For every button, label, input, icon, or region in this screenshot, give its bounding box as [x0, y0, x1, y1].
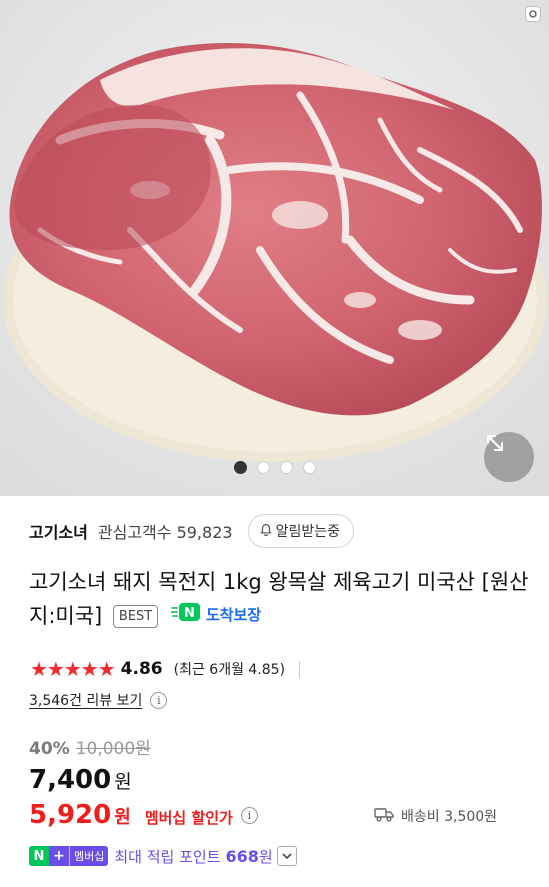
points-unit: 원: [258, 847, 273, 866]
shipping-fee: 배송비 3,500원: [374, 806, 497, 826]
info-icon[interactable]: i: [240, 806, 258, 824]
arrival-guarantee-badge[interactable]: N 도착보장: [170, 599, 262, 632]
store-row: 고기소녀 관심고객수 59,823 알림받는중: [29, 514, 354, 548]
discount-rate: 40%: [29, 739, 70, 759]
truck-icon: [374, 806, 394, 826]
lens-icon[interactable]: [525, 6, 541, 22]
plus-icon: +: [49, 846, 69, 866]
naver-n-icon: N: [29, 846, 49, 866]
points-expand-button[interactable]: [276, 846, 297, 866]
expand-button[interactable]: [484, 432, 534, 482]
discount-row: 40% 10,000원: [29, 734, 151, 759]
naver-plus-membership-badge: N + 멤버십: [29, 846, 109, 866]
info-icon[interactable]: i: [150, 691, 168, 709]
member-price-unit: 원: [114, 807, 131, 828]
recent-rating: (최근 6개월 4.85): [173, 662, 286, 678]
shipping-text: 배송비 3,500원: [401, 809, 498, 825]
points-value: 668: [225, 846, 259, 866]
member-price: 5,920: [29, 800, 112, 830]
review-link[interactable]: 3,546건 리뷰 보기: [29, 690, 142, 710]
naver-arrival-icon: N: [170, 599, 201, 632]
store-name[interactable]: 고기소녀: [29, 519, 88, 543]
notify-label: 알림받는중: [275, 524, 340, 540]
pagination-dot[interactable]: [280, 461, 293, 474]
product-title-block: 고기소녀 돼지 목전지 1kg 왕목살 제육고기 미국산 [원산지:미국] BE…: [29, 566, 529, 633]
sale-price: 7,400: [29, 765, 112, 795]
review-row: 3,546건 리뷰 보기 i: [29, 689, 168, 711]
pagination-dot[interactable]: [303, 461, 316, 474]
divider: [299, 660, 301, 678]
pagination-dot[interactable]: [257, 461, 270, 474]
fans-count: 관심고객수 59,823: [97, 523, 233, 542]
member-price-label: 멤버십 할인가: [144, 809, 233, 827]
product-photo: [0, 0, 549, 496]
image-pagination: [234, 461, 316, 474]
member-price-row: 5,920 원 멤버십 할인가 i: [29, 800, 258, 830]
original-price: 10,000원: [75, 739, 151, 759]
price-row: 7,400 원: [29, 765, 132, 795]
best-badge: BEST: [112, 605, 159, 628]
arrival-badge-label: 도착보장: [205, 606, 262, 624]
chevron-down-icon: [281, 847, 293, 866]
pagination-dot[interactable]: [234, 461, 247, 474]
svg-text:N: N: [184, 606, 195, 621]
star-rating: ★★★★★: [30, 657, 116, 681]
notify-button[interactable]: 알림받는중: [247, 514, 354, 548]
price-unit: 원: [114, 771, 132, 793]
points-text: 최대 적립 포인트: [114, 847, 221, 866]
bell-icon: [259, 522, 273, 540]
product-title: 고기소녀 돼지 목전지 1kg 왕목살 제육고기 미국산 [원산지:미국]: [29, 570, 529, 628]
points-row: N + 멤버십 최대 적립 포인트 668 원: [29, 845, 297, 867]
rating-row: ★★★★★ 4.86 (최근 6개월 4.85): [30, 657, 301, 681]
membership-label: 멤버십: [69, 846, 109, 866]
rating-score: 4.86: [120, 659, 163, 679]
product-image[interactable]: [0, 0, 549, 496]
